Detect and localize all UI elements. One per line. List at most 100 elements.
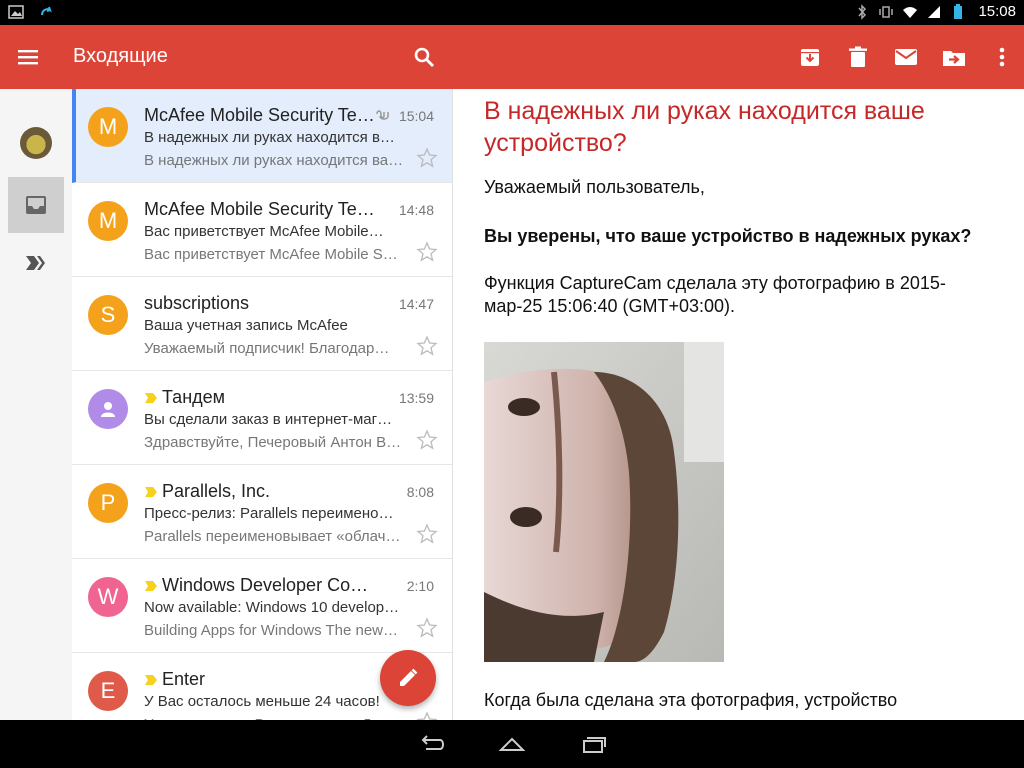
inbox-icon xyxy=(26,196,46,214)
move-to-button[interactable] xyxy=(938,41,970,73)
timestamp: 13:59 xyxy=(398,390,434,406)
snippet: В надежных ли руках находится ва… xyxy=(144,152,404,169)
important-marker-icon xyxy=(145,392,157,403)
home-button[interactable] xyxy=(492,730,532,758)
timestamp: 14:48 xyxy=(398,202,434,218)
sender-name: McAfee Mobile Security Team xyxy=(144,199,380,219)
list-item[interactable]: Ssubscriptions 14:47 Ваша учетная запись M… xyxy=(72,277,452,371)
search-icon[interactable] xyxy=(410,43,438,71)
star-icon[interactable] xyxy=(416,711,438,720)
message-question: Вы уверены, что ваше устройство в надежн… xyxy=(484,226,972,246)
delete-icon xyxy=(849,46,867,67)
subject: Ваша учетная запись McAfee xyxy=(144,317,348,334)
subject: У Вас осталось меньше 24 часов! xyxy=(144,693,380,710)
timestamp: 14:47 xyxy=(398,296,434,312)
back-button[interactable] xyxy=(412,730,452,758)
avatar[interactable]: M xyxy=(88,107,128,147)
subject: Now available: Windows 10 develop… xyxy=(144,599,400,616)
priority-inbox-icon xyxy=(26,256,45,270)
subject: Вас приветствует McAfee Mobile… xyxy=(144,223,384,240)
avatar[interactable]: W xyxy=(88,577,128,617)
sender: McAfee Mobile Security Te… xyxy=(144,105,380,126)
avatar[interactable]: E xyxy=(88,671,128,711)
important-marker-icon xyxy=(145,580,157,591)
list-item[interactable]: Тандем 13:59 Вы сделали заказ в интернет-м… xyxy=(72,371,452,465)
message-continuation: Когда была сделана эта фотография, устро… xyxy=(484,690,898,710)
mark-unread-button[interactable] xyxy=(890,41,922,73)
sender-name: Windows Developer Commu… xyxy=(162,575,380,595)
timestamp: 8:08 xyxy=(406,484,434,500)
sender: Enter xyxy=(144,669,380,690)
sender: McAfee Mobile Security Team xyxy=(144,199,380,220)
compose-button[interactable] xyxy=(380,650,436,706)
star-icon[interactable] xyxy=(416,241,438,263)
sender-name: subscriptions xyxy=(144,293,250,313)
app-bar: Входящие xyxy=(0,25,1024,89)
sender-name: Enter xyxy=(162,669,206,689)
list-item[interactable]: W Windows Developer Commu… 2:10 Now availab… xyxy=(72,559,452,653)
timestamp: 2:10 xyxy=(406,578,434,594)
archive-icon xyxy=(801,49,819,66)
star-icon[interactable] xyxy=(416,523,438,545)
status-bar: 15:08 xyxy=(0,0,1024,25)
rail-item-inbox[interactable] xyxy=(8,177,64,233)
avatar[interactable]: S xyxy=(88,295,128,335)
sender-name: Тандем xyxy=(162,387,226,407)
sender: Windows Developer Commu… xyxy=(144,575,380,596)
list-item[interactable]: P Parallels, Inc. 8:08 Пресс-релиз: Paralle… xyxy=(72,465,452,559)
message-title: В надежных ли руках находится ваше устро… xyxy=(484,97,925,157)
star-icon[interactable] xyxy=(416,147,438,169)
bluetooth-icon xyxy=(858,3,867,20)
snippet: Уважаемый подписчик! Благодар… xyxy=(144,340,390,357)
pencil-icon xyxy=(400,668,418,686)
avatar[interactable]: M xyxy=(88,201,128,241)
attachment-icon xyxy=(376,110,389,120)
snippet: Вас приветствует McAfee Mobile S… xyxy=(144,246,398,263)
mark-unread-icon xyxy=(895,49,917,65)
move-to-icon xyxy=(943,51,965,66)
important-marker-icon xyxy=(145,674,157,685)
vibrate-icon xyxy=(879,5,894,18)
status-clock: 15:08 xyxy=(978,3,1016,20)
recents-icon xyxy=(583,737,606,753)
rail-item-priority[interactable] xyxy=(22,249,50,277)
more-vert-icon xyxy=(999,47,1005,67)
battery-icon xyxy=(954,3,963,19)
wifi-icon xyxy=(903,6,918,18)
snippet: Building Apps for Windows The new… xyxy=(144,622,399,639)
list-item[interactable]: M McAfee Mobile Security Te… 15:04 В надежн… xyxy=(72,89,452,183)
message-greeting: Уважаемый пользователь, xyxy=(484,177,705,197)
snippet: Здравствуйте, Печеровый Антон В… xyxy=(144,434,402,451)
star-icon[interactable] xyxy=(416,335,438,357)
star-icon[interactable] xyxy=(416,617,438,639)
menu-icon[interactable] xyxy=(14,43,42,71)
message-list: M McAfee Mobile Security Te… 15:04 В надежн… xyxy=(72,89,453,720)
signal-icon xyxy=(928,5,941,18)
timestamp: 15:04 xyxy=(398,108,434,124)
archive-button[interactable] xyxy=(794,41,826,73)
star-icon[interactable] xyxy=(416,429,438,451)
subject: Пресс-релиз: Parallels переимено… xyxy=(144,505,394,522)
recents-button[interactable] xyxy=(572,730,612,758)
person-icon xyxy=(101,402,115,417)
home-icon xyxy=(498,737,526,751)
capturecam-photo xyxy=(484,342,724,662)
gallery-icon xyxy=(8,5,24,19)
navigation-rail xyxy=(0,89,72,720)
more-options-button[interactable] xyxy=(986,41,1018,73)
system-nav-bar xyxy=(0,720,1024,768)
avatar[interactable] xyxy=(88,389,128,429)
sender: Тандем xyxy=(144,387,380,408)
sender-name: McAfee Mobile Security Te… xyxy=(144,105,375,125)
sender: Parallels, Inc. xyxy=(144,481,380,502)
back-icon xyxy=(421,735,444,750)
list-item[interactable]: M McAfee Mobile Security Team 14:48 Вас при… xyxy=(72,183,452,277)
sync-icon xyxy=(41,6,52,16)
delete-button[interactable] xyxy=(842,41,874,73)
reading-pane: В надежных ли руках находится ваше устро… xyxy=(453,89,1024,720)
subject: В надежных ли руках находится в… xyxy=(144,129,395,146)
important-marker-icon xyxy=(145,486,157,497)
subject: Вы сделали заказ в интернет-маг… xyxy=(144,411,393,428)
avatar[interactable]: P xyxy=(88,483,128,523)
account-avatar[interactable] xyxy=(20,127,52,159)
